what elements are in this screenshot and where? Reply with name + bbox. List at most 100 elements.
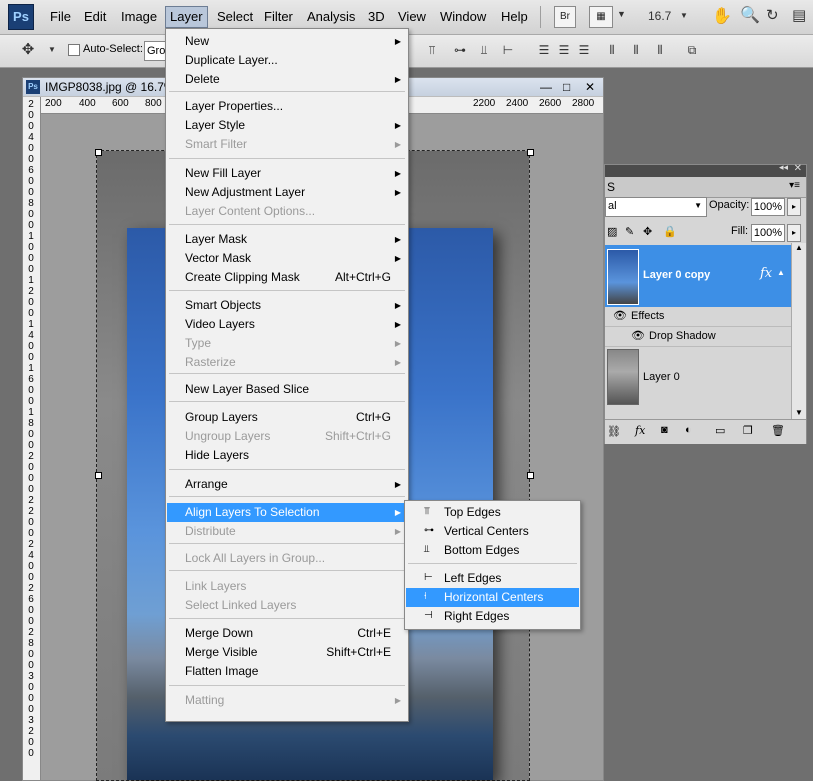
opacity-arrow-icon[interactable]: ▸ (787, 198, 801, 216)
new-group-icon[interactable]: ▭ (715, 424, 725, 437)
layer-menu-item-vector-mask[interactable]: Vector Mask ▶ (167, 249, 407, 268)
align-left-edges-item[interactable]: ⊢ Left Edges (406, 569, 579, 588)
layer-row-layer-0-copy[interactable]: Layer 0 copy fx ▲ (605, 245, 791, 307)
align-top-edges-item[interactable]: ⫪ Top Edges (406, 503, 579, 522)
layer-menu-item-new-adjustment-layer[interactable]: New Adjustment Layer ▶ (167, 183, 407, 202)
zoom-level[interactable]: 16.7 (648, 9, 671, 23)
layer-drop-shadow-row[interactable]: 👁 Drop Shadow (605, 327, 791, 347)
distribute-vertical-centers-icon[interactable]: ☰ (556, 42, 572, 58)
lock-image-icon[interactable]: ✎ (625, 225, 634, 238)
layer-menu-item-duplicate-layer[interactable]: Duplicate Layer... (167, 51, 407, 70)
expand-effects-icon[interactable]: ▲ (777, 268, 785, 277)
auto-select-checkbox[interactable] (68, 44, 80, 56)
layer-menu-item-group-layers[interactable]: Group Layers Ctrl+G (167, 408, 407, 427)
align-left-edges-icon: ⊢ (424, 572, 433, 583)
panel-menu-icon[interactable]: ▾≡ (789, 180, 800, 191)
layer-menu-item-video-layers[interactable]: Video Layers ▶ (167, 315, 407, 334)
add-layer-style-icon[interactable]: fx (635, 424, 645, 437)
arrange-documents-icon[interactable]: ▤ (792, 6, 806, 24)
new-layer-icon[interactable]: ❐ (743, 424, 753, 437)
close-icon[interactable]: ✕ (585, 78, 595, 96)
menu-window[interactable]: Window (436, 8, 490, 26)
menu-image[interactable]: Image (117, 8, 161, 26)
menu-select[interactable]: Select (213, 8, 257, 26)
move-tool-icon[interactable]: ✥ (20, 42, 36, 58)
menu-filter[interactable]: Filter (260, 8, 297, 26)
scroll-up-icon[interactable]: ▲ (795, 243, 803, 252)
menu-file[interactable]: File (46, 8, 75, 26)
menu-analysis[interactable]: Analysis (303, 8, 359, 26)
visibility-eye-icon[interactable]: 👁 (613, 309, 627, 322)
layer-menu-item-flatten-image[interactable]: Flatten Image (167, 662, 407, 681)
transform-handle[interactable] (95, 472, 102, 479)
layer-menu-item-layer-style[interactable]: Layer Style ▶ (167, 116, 407, 135)
layer-menu-item-new-layer-based-slice[interactable]: New Layer Based Slice (167, 380, 407, 399)
align-left-edges-icon[interactable]: ⊢ (500, 42, 516, 58)
fill-arrow-icon[interactable]: ▸ (787, 224, 801, 242)
distribute-left-icon[interactable]: ⦀ (604, 42, 620, 58)
layer-menu-item-layer-mask[interactable]: Layer Mask ▶ (167, 230, 407, 249)
auto-align-layers-icon[interactable]: ⧉ (684, 42, 700, 58)
layer-menu-item-merge-down[interactable]: Merge Down Ctrl+E (167, 624, 407, 643)
align-vertical-centers-item[interactable]: ⊶ Vertical Centers (406, 522, 579, 541)
zoom-tool-icon[interactable]: 🔍 (740, 5, 760, 25)
align-vertical-centers-icon[interactable]: ⊶ (452, 42, 468, 58)
zoom-chevron-down-icon[interactable]: ▼ (680, 11, 688, 20)
transform-handle[interactable] (95, 149, 102, 156)
menu-3d[interactable]: 3D (364, 8, 389, 26)
layer-menu-item-merge-visible[interactable]: Merge Visible Shift+Ctrl+E (167, 643, 407, 662)
visibility-eye-icon[interactable]: 👁 (631, 329, 645, 342)
close-icon[interactable]: ✕ (794, 163, 802, 174)
distribute-horizontal-centers-icon[interactable]: ⦀ (628, 42, 644, 58)
tool-preset-chevron-down-icon[interactable]: ▼ (44, 42, 60, 58)
layer-menu-item-align-layers-to-selection[interactable]: Align Layers To Selection ▶ (167, 503, 407, 522)
delete-layer-icon[interactable]: 🗑 (771, 424, 785, 437)
add-mask-icon[interactable]: ◙ (661, 424, 668, 436)
bridge-button[interactable]: Br (554, 6, 576, 28)
menu-layer[interactable]: Layer (165, 6, 208, 28)
minimize-icon[interactable]: — (540, 78, 552, 96)
menu-view[interactable]: View (394, 8, 430, 26)
align-horizontal-centers-item[interactable]: ⍿ Horizontal Centers (406, 588, 579, 607)
layer-menu-item-hide-layers[interactable]: Hide Layers (167, 446, 407, 465)
layer-menu-item-new[interactable]: New ▶ (167, 32, 407, 51)
align-top-edges-icon[interactable]: ⫪ (424, 42, 440, 58)
lock-all-icon[interactable]: 🔒 (663, 225, 677, 238)
layer-menu-item-create-clipping-mask[interactable]: Create Clipping Mask Alt+Ctrl+G (167, 268, 407, 287)
lock-position-icon[interactable]: ✥ (643, 225, 652, 238)
align-bottom-edges-item[interactable]: ⫫ Bottom Edges (406, 541, 579, 560)
distribute-top-icon[interactable]: ☰ (536, 42, 552, 58)
layer-menu-item-new-fill-layer[interactable]: New Fill Layer ▶ (167, 164, 407, 183)
link-layers-icon[interactable]: ⛓ (607, 425, 621, 438)
lock-transparent-icon[interactable]: ▨ (607, 225, 617, 238)
fill-input[interactable]: 100% (751, 224, 785, 242)
layer-menu-item-layer-properties[interactable]: Layer Properties... (167, 97, 407, 116)
menu-separator (169, 91, 405, 92)
opacity-input[interactable]: 100% (751, 198, 785, 216)
layer-effects-icon[interactable]: fx (760, 266, 772, 281)
blend-mode-dropdown[interactable]: al ▼ (605, 197, 707, 217)
layers-tab[interactable]: S ▾≡ (605, 177, 806, 198)
menu-help[interactable]: Help (497, 8, 532, 26)
align-right-edges-item[interactable]: ⊣ Right Edges (406, 607, 579, 626)
layer-menu-item-arrange[interactable]: Arrange ▶ (167, 475, 407, 494)
scroll-down-icon[interactable]: ▼ (795, 408, 803, 417)
layers-scrollbar[interactable]: ▲ ▼ (791, 243, 806, 419)
align-bottom-edges-icon[interactable]: ⫫ (476, 42, 492, 58)
layer-row-layer-0[interactable]: Layer 0 (605, 347, 791, 407)
transform-handle[interactable] (527, 472, 534, 479)
distribute-bottom-icon[interactable]: ☰ (576, 42, 592, 58)
rotate-view-icon[interactable]: ↻ (766, 6, 779, 24)
layer-menu-item-delete[interactable]: Delete ▶ (167, 70, 407, 89)
hand-tool-icon[interactable]: ✋ (712, 6, 732, 26)
layer-menu-item-smart-objects[interactable]: Smart Objects ▶ (167, 296, 407, 315)
collapse-icon[interactable]: ◂◂ (779, 162, 788, 173)
chevron-down-icon[interactable]: ▼ (617, 9, 626, 19)
layer-effects-row[interactable]: 👁 Effects (605, 307, 791, 327)
transform-handle[interactable] (527, 149, 534, 156)
view-extras-icon[interactable]: ▦ (589, 6, 613, 28)
menu-edit[interactable]: Edit (80, 8, 110, 26)
adjustment-layer-icon[interactable]: ◐ (685, 424, 692, 436)
distribute-right-icon[interactable]: ⦀ (652, 42, 668, 58)
maximize-icon[interactable]: □ (563, 78, 570, 96)
